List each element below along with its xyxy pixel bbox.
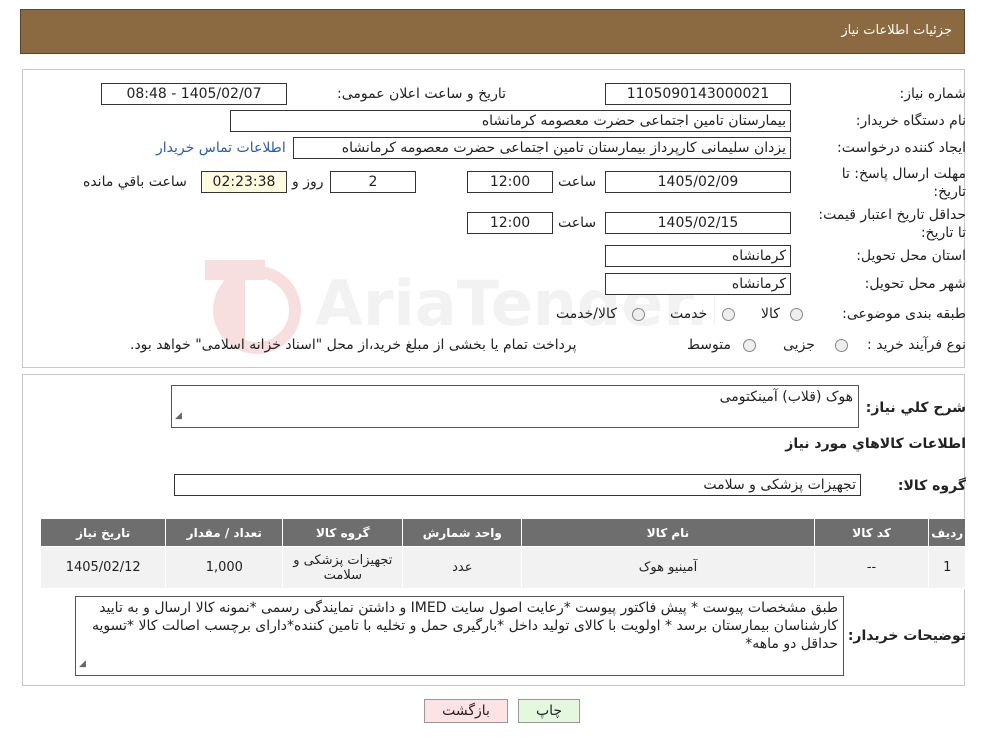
back-button[interactable]: بازگشت — [424, 699, 508, 723]
time-remaining-label: ساعت باقي مانده — [83, 174, 187, 190]
process-type-label: نوع فرآیند خرید : — [867, 337, 966, 353]
validity-time-label: ساعت — [558, 215, 597, 231]
cell-goods-group: تجهیزات پزشکی و سلامت — [282, 546, 404, 589]
buyer-notes-textarea[interactable]: طبق مشخصات پیوست * پیش فاکتور پیوست *رعا… — [75, 596, 844, 676]
col-goods-group: گروه کالا — [282, 518, 404, 547]
category-goods-label: کالا — [761, 306, 780, 322]
creator-field: یزدان سلیمانی کارپرداز بیمارستان تامین ا… — [293, 137, 791, 159]
buyer-notes-label: توضیحات خریدار: — [847, 628, 966, 644]
category-goods-service-radio[interactable] — [632, 308, 645, 321]
days-label: روز و — [292, 174, 324, 190]
province-label: استان محل تحویل: — [856, 248, 966, 264]
deadline-label: مهلت ارسال پاسخ: تا تاریخ: — [841, 166, 966, 200]
days-remaining-field: 2 — [330, 171, 416, 193]
announce-datetime-field: 1405/02/07 - 08:48 — [101, 83, 287, 105]
need-number-field: 1105090143000021 — [605, 83, 791, 105]
cell-unit: عدد — [402, 546, 523, 589]
resize-grip-icon[interactable]: ◢ — [175, 407, 182, 425]
col-goods-name: نام کالا — [521, 518, 815, 547]
summary-label: شرح کلي نياز: — [865, 400, 966, 416]
goods-table: رديف کد کالا نام کالا واحد شمارش گروه کا… — [39, 518, 966, 589]
process-medium-label: متوسط — [687, 337, 731, 353]
print-button[interactable]: چاپ — [518, 699, 580, 723]
page-title: جزئیات اطلاعات نیاز — [841, 23, 952, 38]
deadline-time-label: ساعت — [558, 174, 597, 190]
cell-row-number: 1 — [928, 546, 966, 589]
creator-label: ایجاد کننده درخواست: — [837, 140, 966, 156]
category-goods-radio[interactable] — [790, 308, 803, 321]
page-header: جزئیات اطلاعات نیاز — [20, 9, 965, 54]
validity-time-field: 12:00 — [467, 212, 553, 234]
city-label: شهر محل تحویل: — [864, 276, 966, 292]
table-row: 1 -- آمینیو هوک عدد تجهیزات پزشکی و سلام… — [39, 546, 966, 589]
goods-info-title: اطلاعات کالاهاي مورد نياز — [785, 436, 966, 452]
cell-need-date: 1405/02/12 — [39, 546, 167, 589]
category-goods-service-label: کالا/خدمت — [556, 306, 617, 322]
buyer-notes-text: طبق مشخصات پیوست * پیش فاکتور پیوست *رعا… — [91, 600, 838, 652]
goods-group-field: تجهیزات پزشکی و سلامت — [174, 474, 861, 496]
buyer-contact-link[interactable]: اطلاعات تماس خریدار — [156, 140, 286, 156]
resize-grip-icon[interactable]: ◢ — [79, 655, 86, 673]
buyer-org-label: نام دستگاه خریدار: — [855, 113, 966, 129]
col-goods-code: کد کالا — [813, 518, 930, 547]
category-label: طبقه بندی موضوعی: — [842, 306, 966, 322]
cell-goods-name: آمینیو هوک — [521, 546, 815, 589]
province-field: کرمانشاه — [605, 245, 791, 267]
col-need-date: تاريخ نياز — [39, 518, 167, 547]
summary-text: هوک (قلاب) آمینکتومی — [719, 389, 853, 405]
process-minor-radio[interactable] — [835, 339, 848, 352]
deadline-date-field: 1405/02/09 — [605, 171, 791, 193]
summary-textarea[interactable]: هوک (قلاب) آمینکتومی ◢ — [171, 385, 859, 428]
time-remaining-field: 02:23:38 — [201, 171, 287, 193]
validity-date-field: 1405/02/15 — [605, 212, 791, 234]
announce-label: تاریخ و ساعت اعلان عمومی: — [337, 86, 506, 102]
process-note: پرداخت تمام یا بخشی از مبلغ خرید،از محل … — [130, 337, 577, 353]
validity-label: حداقل تاریخ اعتبار قیمت: تا تاریخ: — [818, 207, 966, 241]
cell-quantity: 1,000 — [165, 546, 284, 589]
category-service-radio[interactable] — [722, 308, 735, 321]
process-minor-label: جزیی — [783, 337, 815, 353]
buyer-org-field: بیمارستان تامین اجتماعی حضرت معصومه کرما… — [230, 110, 791, 132]
col-row-number: رديف — [928, 518, 966, 547]
cell-goods-code: -- — [813, 546, 930, 589]
city-field: کرمانشاه — [605, 273, 791, 295]
col-unit: واحد شمارش — [402, 518, 523, 547]
need-number-label: شماره نیاز: — [899, 86, 967, 102]
goods-table-header: رديف کد کالا نام کالا واحد شمارش گروه کا… — [39, 518, 966, 547]
col-quantity: تعداد / مقدار — [165, 518, 284, 547]
process-medium-radio[interactable] — [743, 339, 756, 352]
goods-group-label: گروه کالا: — [897, 478, 966, 494]
category-service-label: خدمت — [670, 306, 708, 322]
deadline-time-field: 12:00 — [467, 171, 553, 193]
